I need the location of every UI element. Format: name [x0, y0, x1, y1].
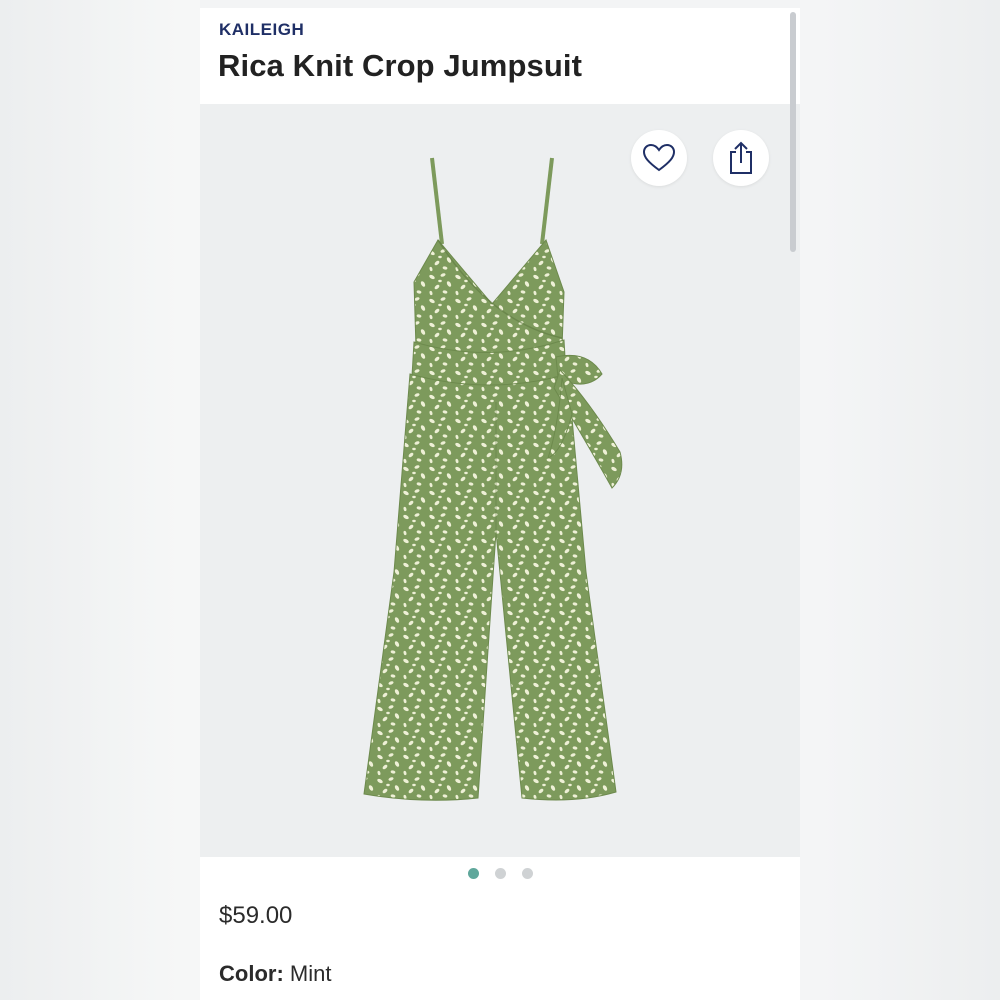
product-title: Rica Knit Crop Jumpsuit: [218, 48, 582, 83]
share-upload-icon: [730, 141, 752, 174]
product-price: $59.00: [219, 902, 293, 929]
gallery-dot-1[interactable]: [467, 868, 479, 879]
gallery-dot-2[interactable]: [494, 868, 506, 879]
jumpsuit-photo: [363, 157, 623, 801]
product-header: KAILEIGH Rica Knit Crop Jumpsuit: [200, 8, 800, 104]
gallery-pagination: [200, 868, 800, 886]
share-button[interactable]: [713, 130, 769, 186]
scrollbar[interactable]: [790, 12, 796, 252]
product-image-gallery[interactable]: [200, 104, 800, 857]
color-label: Color:: [219, 961, 284, 986]
color-value: Mint: [289, 961, 332, 986]
color-row: Color: Mint: [219, 961, 331, 987]
top-strip: [200, 0, 800, 8]
brand-name[interactable]: KAILEIGH: [219, 20, 304, 40]
product-screen: KAILEIGH Rica Knit Crop Jumpsuit $59.00 …: [200, 0, 800, 1000]
gallery-dot-3[interactable]: [521, 868, 533, 879]
